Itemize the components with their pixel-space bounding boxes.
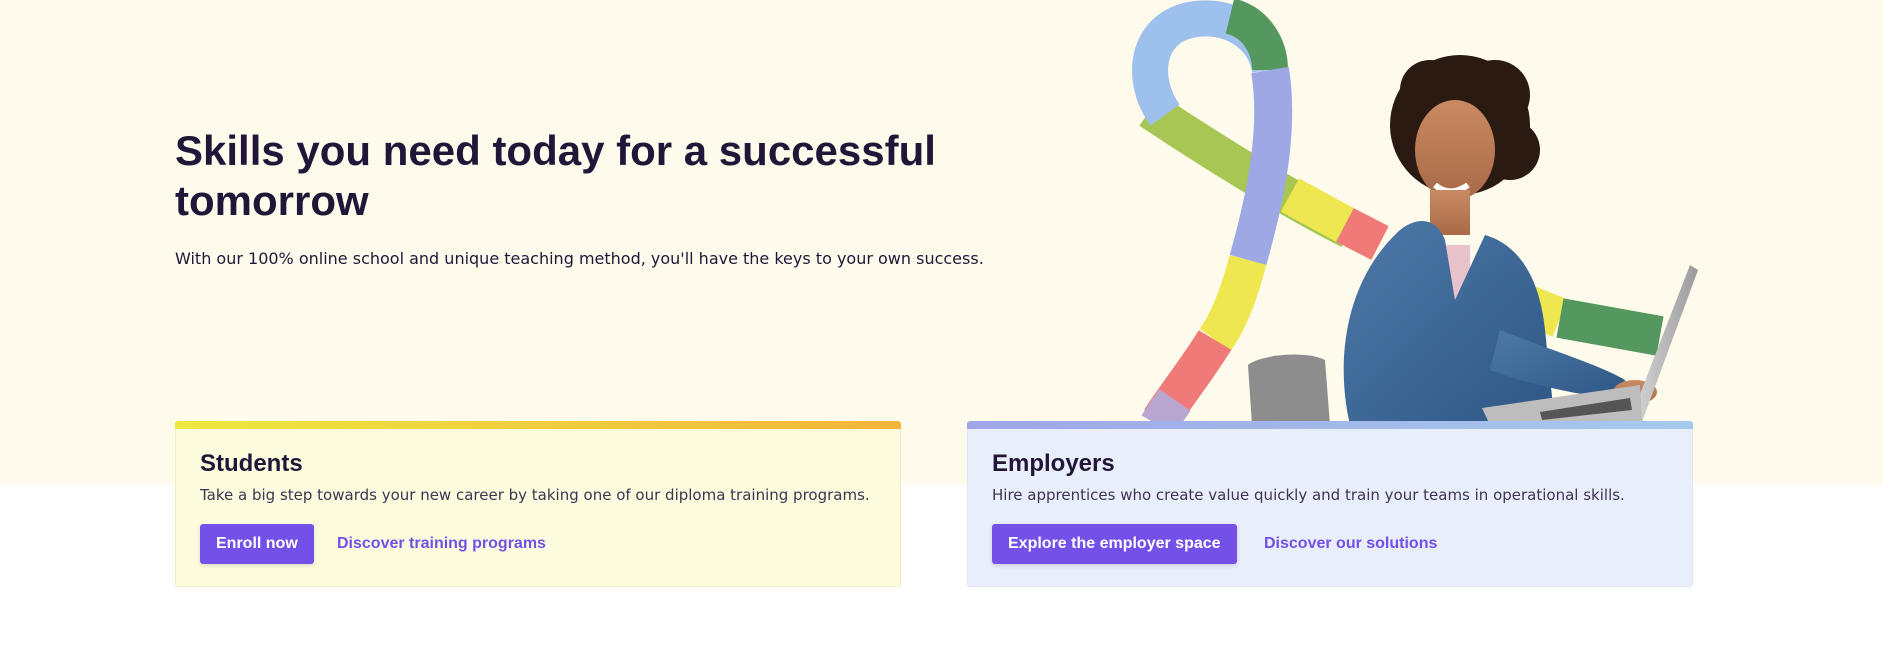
explore-employer-space-button[interactable]: Explore the employer space <box>992 524 1237 564</box>
chair <box>1248 354 1330 425</box>
discover-our-solutions-link[interactable]: Discover our solutions <box>1264 524 1437 564</box>
person <box>1343 55 1657 425</box>
employers-card-description: Hire apprentices who create value quickl… <box>992 486 1625 504</box>
hero-title: Skills you need today for a successful t… <box>175 127 936 224</box>
hero-illustration <box>1132 0 1698 425</box>
students-card-accent-bar <box>175 421 901 429</box>
students-card-title: Students <box>200 450 303 477</box>
employers-card: Employers Hire apprentices who create va… <box>967 421 1693 587</box>
employers-card-title: Employers <box>992 450 1115 477</box>
enroll-now-button[interactable]: Enroll now <box>200 524 314 564</box>
discover-training-programs-link[interactable]: Discover training programs <box>337 524 546 564</box>
employers-card-accent-bar <box>967 421 1693 429</box>
students-card: Students Take a big step towards your ne… <box>175 421 901 587</box>
students-card-description: Take a big step towards your new career … <box>200 486 870 504</box>
hero-subtitle: With our 100% online school and unique t… <box>175 249 984 268</box>
hero-section: Skills you need today for a successful t… <box>0 0 1883 485</box>
